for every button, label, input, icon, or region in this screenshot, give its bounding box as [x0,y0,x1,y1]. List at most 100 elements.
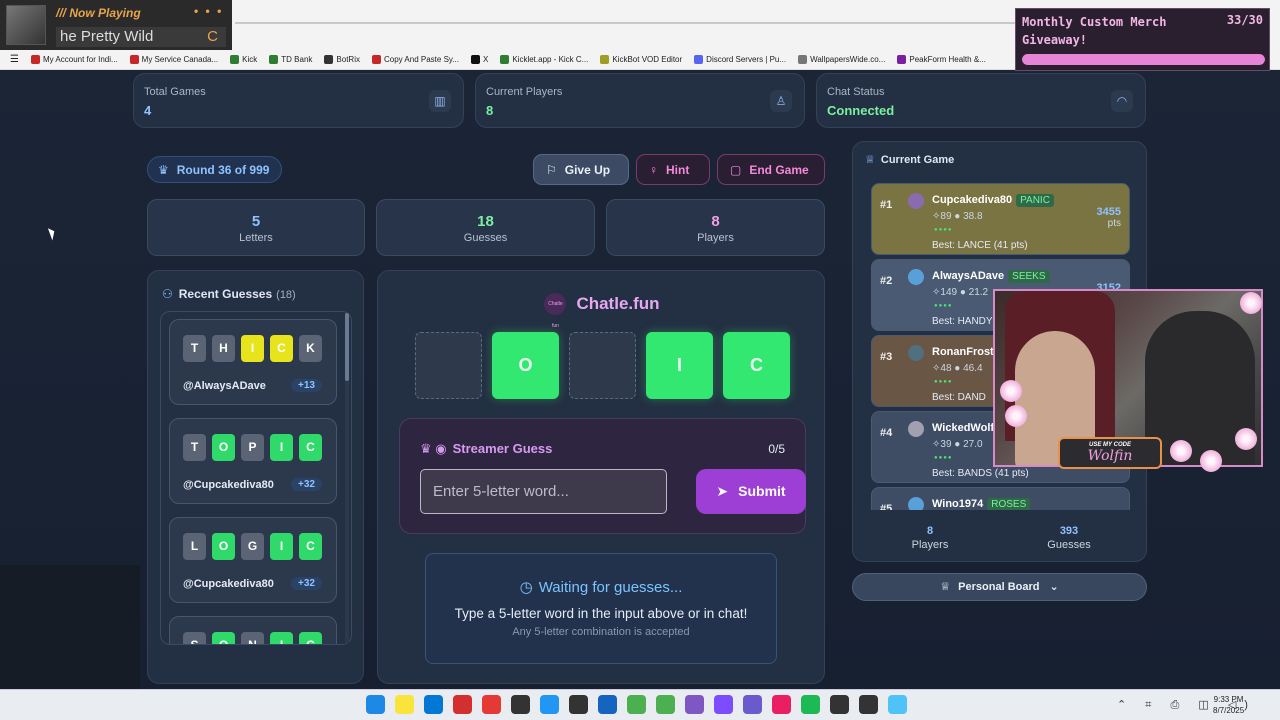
leaderboard-row[interactable]: #5 Wino1974 ROSES [871,487,1130,510]
bookmark-item[interactable]: X [470,55,488,64]
taskbar-app-icon[interactable] [540,695,559,714]
player-name-text: RonanFrost [932,346,994,358]
recent-scrollbar[interactable] [345,313,349,643]
streamer-guess-count: 0/5 [768,442,785,456]
taskbar-app-icon[interactable] [830,695,849,714]
bookmark-item[interactable]: KickBot VOD Editor [600,55,682,64]
taskbar-app-icon[interactable] [511,695,530,714]
hint-button[interactable]: ♀ Hint [636,154,710,185]
bookmark-item[interactable]: TD Bank [269,55,312,64]
taskbar-app-icon[interactable] [366,695,385,714]
page-shadow [0,565,140,689]
bookmark-item[interactable]: Discord Servers | Pu... [694,55,786,64]
player-rank: #5 [880,503,893,510]
now-playing-dots: • • • [194,4,224,18]
personal-board-label: Personal Board [958,581,1040,593]
bookmark-label: WallpapersWide.co... [810,55,886,64]
bookmark-favicon-icon [600,55,610,64]
letters-label: Letters [239,232,273,244]
footer-guesses-label: Guesses [1047,539,1091,551]
bookmark-item[interactable]: My Service Canada... [129,55,218,64]
taskbar-app-icon[interactable] [714,695,733,714]
bookmark-favicon-icon [30,55,40,64]
send-icon: ➤ [716,483,729,499]
bookmark-item[interactable]: My Account for Indi... [30,55,118,64]
taskbar-app-icon[interactable] [685,695,704,714]
bookmark-favicon-icon [129,55,139,64]
recent-guesses-list[interactable]: T H I C K @AlwaysADave +13 T O P I C @Cupcakediva80 +… [160,311,352,645]
wifi-icon: ◠ [1111,90,1133,112]
bookmark-favicon-icon [269,55,279,64]
taskbar-app-icon[interactable] [569,695,588,714]
taskbar-app-icon[interactable] [482,695,501,714]
letter-tile: T [183,434,206,461]
waiting-instructions: Type a 5-letter word in the input above … [454,606,748,621]
give-up-label: Give Up [564,163,611,177]
taskbar-app-icon[interactable] [859,695,878,714]
letter-tile: I [270,434,293,461]
stat-label: Total Games [144,86,206,98]
waiting-panel: ◷ Waiting for guesses... Type a 5-letter … [425,553,777,664]
submit-button[interactable]: ➤ Submit [696,469,806,514]
bookmark-favicon-icon [694,55,704,64]
flag-icon: ⚐ [546,163,557,177]
letter-tile: L [183,533,206,560]
bookmark-item[interactable]: Copy And Paste Sy... [371,55,459,64]
streamer-guess-label: Streamer Guess [452,441,553,456]
bookmark-item[interactable]: Kicklet.app - Kick C... [500,55,588,64]
bookmark-item[interactable]: Kick [230,55,257,64]
letters-stat: 5 Letters [147,199,365,256]
player-name: Cupcakediva80 PANIC [932,194,1054,207]
taskbar-app-icon[interactable] [801,695,820,714]
taskbar-app-icon[interactable] [888,695,907,714]
avatar [908,193,924,209]
apps-icon[interactable]: ☰ [10,54,19,65]
leaderboard-row[interactable]: #1 Cupcakediva80 PANIC ✧89 ● 38.8 ●●●● Best: … [871,183,1130,255]
scroll-thumb[interactable] [345,313,349,381]
streamer-guess-title: ♛ ◉ Streamer Guess [420,441,552,457]
guess-card: T O P I C @Cupcakediva80 +32 [169,418,337,504]
player-last-word-badge: PANIC [1016,194,1054,207]
now-playing-widget: /// Now Playing • • • he Pretty Wild C [0,0,232,50]
bookmark-favicon-icon [470,55,480,64]
guess-points-badge: +32 [291,577,322,590]
guess-username: @Cupcakediva80 [183,578,274,590]
player-progress-dots: ●●●● [934,379,953,385]
recent-guesses-panel: ⚇ Recent Guesses (18) T H I C K @AlwaysADave +13… [147,270,364,684]
player-stats: ✧89 ● 38.8 [932,211,983,222]
player-score-value: 3455 [1096,206,1121,218]
taskbar-app-icon[interactable] [598,695,617,714]
give-up-button[interactable]: ⚐ Give Up [533,154,629,185]
taskbar-clock[interactable]: 9:33 PM 8/7/2025 [1213,694,1244,716]
taskbar-app-icon[interactable] [453,695,472,714]
stat-total-games: Total Games 4 ▥ [133,73,464,128]
taskbar-app-icon[interactable] [424,695,443,714]
letter-tile: I [270,533,293,560]
bookmark-favicon-icon [500,55,510,64]
taskbar-app-icon[interactable] [395,695,414,714]
users-icon: ⚇ [162,287,173,301]
bookmark-item[interactable]: PeakForm Health &... [897,55,986,64]
players-stat: 8 Players [606,199,825,256]
taskbar-app-icon[interactable] [743,695,762,714]
taskbar-app-icon[interactable] [772,695,791,714]
letter-tile: N [241,632,264,644]
player-progress-dots: ●●●● [934,303,953,309]
avatar [908,345,924,361]
round-label: Round 36 of 999 [176,163,270,177]
end-game-button[interactable]: ▢ End Game [717,154,825,185]
bookmark-item[interactable]: BotRix [324,55,360,64]
taskbar-app-icon[interactable] [627,695,646,714]
footer-guesses: 393 Guesses [999,525,1139,551]
bookmark-item[interactable]: WallpapersWide.co... [798,55,885,64]
recent-guesses-count: (18) [276,289,296,301]
personal-board-button[interactable]: ♕ Personal Board ⌄ [852,573,1147,601]
taskbar-app-icon[interactable] [656,695,675,714]
player-name: AlwaysADave SEEKS [932,270,1050,283]
word-input[interactable] [420,469,667,514]
stat-chat-status: Chat Status Connected ◠ [816,73,1146,128]
revealed-letter-tile: I [646,332,713,399]
submit-label: Submit [738,483,786,499]
tab-strip-divider [235,22,1015,24]
stat-label: Current Players [486,86,563,98]
